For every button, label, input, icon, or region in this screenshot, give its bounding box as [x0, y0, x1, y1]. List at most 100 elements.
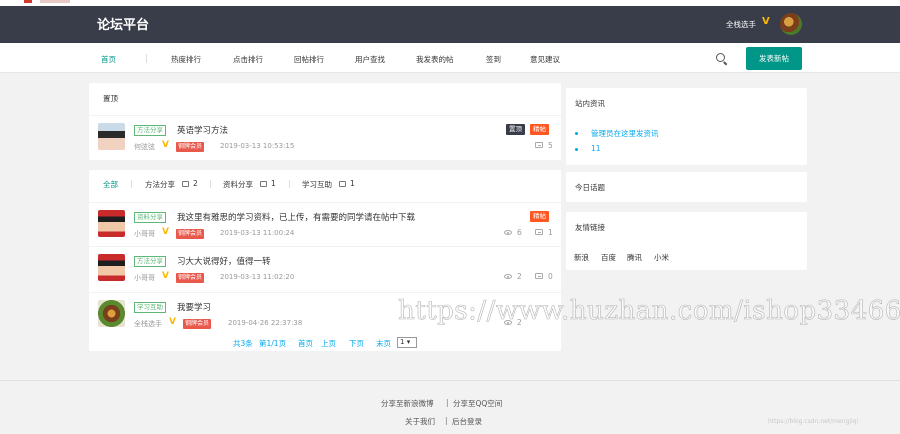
post-row[interactable]: 方法分享 习大大说得好，值得一转 小哥哥 V 钢牌会员 2019-03-13 1… — [89, 246, 561, 290]
news-item[interactable]: 11 — [591, 144, 601, 153]
friend-link[interactable]: 腾讯 — [627, 252, 642, 263]
page-select[interactable]: 1 ▾ — [397, 337, 417, 348]
pager-first[interactable]: 首页 — [298, 338, 313, 349]
post-category-tag[interactable]: 方法分享 — [134, 256, 166, 267]
share-qzone-link[interactable]: 分享至QQ空间 — [453, 398, 502, 409]
filter-divider — [131, 180, 132, 188]
comment-icon — [535, 273, 543, 279]
list-bullet — [575, 132, 578, 135]
pinned-badge: 置顶 — [506, 124, 525, 135]
site-header: 论坛平台 全栈选手 V — [0, 6, 900, 43]
comment-count: 1 — [548, 228, 553, 237]
new-post-button[interactable]: 发表新帖 — [746, 47, 802, 70]
nav-checkin[interactable]: 签到 — [486, 54, 501, 65]
filter-study-help[interactable]: 学习互助 — [302, 179, 332, 190]
member-level-badge: 钢牌会员 — [176, 142, 205, 152]
author-avatar[interactable] — [98, 254, 125, 281]
views-icon — [504, 274, 512, 279]
friend-link[interactable]: 百度 — [601, 252, 616, 263]
footer-divider: | — [445, 416, 448, 425]
pager-total: 共3条 — [233, 339, 253, 348]
site-logo[interactable]: 论坛平台 — [97, 14, 149, 33]
author-avatar[interactable] — [98, 123, 125, 150]
news-panel: 站内资讯 — [566, 88, 807, 165]
pager-last[interactable]: 末页 — [376, 338, 391, 349]
share-weibo-link[interactable]: 分享至新浪微博 — [381, 398, 434, 409]
nav-home[interactable]: 首页 — [101, 54, 116, 65]
today-topic-panel: 今日话题 — [566, 172, 807, 202]
nav-user-search[interactable]: 用户查找 — [355, 54, 385, 65]
pinned-post-row[interactable]: 方法分享 英语学习方法 何弦弦 V 钢牌会员 2019-03-13 10:53:… — [89, 115, 561, 159]
view-count: 6 — [517, 228, 522, 237]
main-nav: 首页 热度排行 点击排行 回帖排行 用户查找 我发表的帖 签到 意见建议 发表新… — [0, 43, 900, 73]
comment-icon — [535, 229, 543, 235]
author-avatar[interactable] — [98, 300, 125, 327]
list-bullet — [575, 148, 578, 151]
comment-icon — [339, 181, 346, 187]
comment-icon — [182, 181, 189, 187]
view-count: 2 — [517, 272, 522, 281]
post-title[interactable]: 我这里有雅思的学习资料，已上传，有需要的同学请在帖中下载 — [177, 211, 415, 223]
pager-prev[interactable]: 上页 — [321, 338, 336, 349]
post-time: 2019-03-13 11:00:24 — [220, 229, 295, 237]
post-author[interactable]: 小哥哥 — [134, 229, 155, 239]
pinned-panel-title: 置顶 — [103, 94, 118, 103]
pager-next[interactable]: 下页 — [349, 338, 364, 349]
featured-badge: 精帖 — [530, 211, 549, 222]
browser-tab-mark — [40, 0, 70, 3]
featured-badge: 精帖 — [530, 124, 549, 135]
news-item[interactable]: 管理员在这里发资讯 — [591, 128, 659, 139]
comment-icon — [260, 181, 267, 187]
filter-method-share[interactable]: 方法分享 — [145, 179, 175, 190]
comment-count: 5 — [548, 141, 553, 150]
post-author[interactable]: 小哥哥 — [134, 273, 155, 283]
page-select-value: 1 — [400, 338, 405, 346]
post-category-tag[interactable]: 方法分享 — [134, 125, 166, 136]
current-user-name[interactable]: 全栈选手 — [726, 19, 756, 30]
filter-all[interactable]: 全部 — [103, 179, 118, 190]
nav-reply-rank[interactable]: 回帖排行 — [294, 54, 324, 65]
filter-divider — [210, 180, 211, 188]
pinned-panel: 置顶 方法分享 英语学习方法 何弦弦 V 钢牌会员 2019-03-13 10:… — [89, 83, 561, 160]
filter-material-share-count: 1 — [271, 179, 276, 188]
nav-click-rank[interactable]: 点击排行 — [233, 54, 263, 65]
site-footer: 分享至新浪微博 | 分享至QQ空间 关于我们 | 后台登录 — [0, 380, 900, 434]
member-level-badge: 钢牌会员 — [176, 229, 205, 239]
post-time: 2019-03-13 11:02:20 — [220, 273, 295, 281]
filter-divider — [289, 180, 290, 188]
vip-v-icon: V — [162, 140, 169, 150]
member-level-badge: 钢牌会员 — [176, 273, 205, 283]
filter-study-help-count: 1 — [350, 179, 355, 188]
friend-link[interactable]: 小米 — [654, 252, 669, 263]
comment-icon — [535, 142, 543, 148]
post-title[interactable]: 我要学习 — [177, 301, 211, 313]
today-topic-title: 今日话题 — [575, 183, 605, 192]
friend-link[interactable]: 新浪 — [574, 252, 589, 263]
vip-v-icon: V — [762, 16, 770, 27]
author-avatar[interactable] — [98, 210, 125, 237]
member-level-badge: 钢牌会员 — [183, 319, 212, 329]
vip-v-icon: V — [169, 317, 176, 327]
post-row[interactable]: 资料分享 我这里有雅思的学习资料，已上传，有需要的同学请在帖中下载 小哥哥 V … — [89, 202, 561, 246]
vip-v-icon: V — [162, 271, 169, 281]
post-author[interactable]: 全栈选手 — [134, 319, 162, 329]
nav-feedback[interactable]: 意见建议 — [530, 54, 560, 65]
post-category-tag[interactable]: 资料分享 — [134, 212, 166, 223]
nav-my-posts[interactable]: 我发表的帖 — [416, 54, 454, 65]
post-title[interactable]: 英语学习方法 — [177, 124, 228, 136]
vip-v-icon: V — [162, 227, 169, 237]
footer-divider: | — [446, 398, 449, 407]
post-title[interactable]: 习大大说得好，值得一转 — [177, 255, 271, 267]
browser-tab-mark — [24, 0, 32, 3]
nav-hot-rank[interactable]: 热度排行 — [171, 54, 201, 65]
search-icon[interactable] — [716, 53, 725, 62]
post-author[interactable]: 何弦弦 — [134, 142, 155, 152]
friend-links-title: 友情链接 — [575, 223, 605, 232]
post-time: 2019-04-26 22:37:38 — [228, 319, 303, 327]
user-avatar[interactable] — [780, 13, 802, 35]
about-us-link[interactable]: 关于我们 — [405, 416, 435, 427]
post-category-tag[interactable]: 学习互助 — [134, 302, 166, 313]
comment-count: 0 — [548, 272, 553, 281]
admin-login-link[interactable]: 后台登录 — [452, 416, 482, 427]
filter-material-share[interactable]: 资料分享 — [223, 179, 253, 190]
